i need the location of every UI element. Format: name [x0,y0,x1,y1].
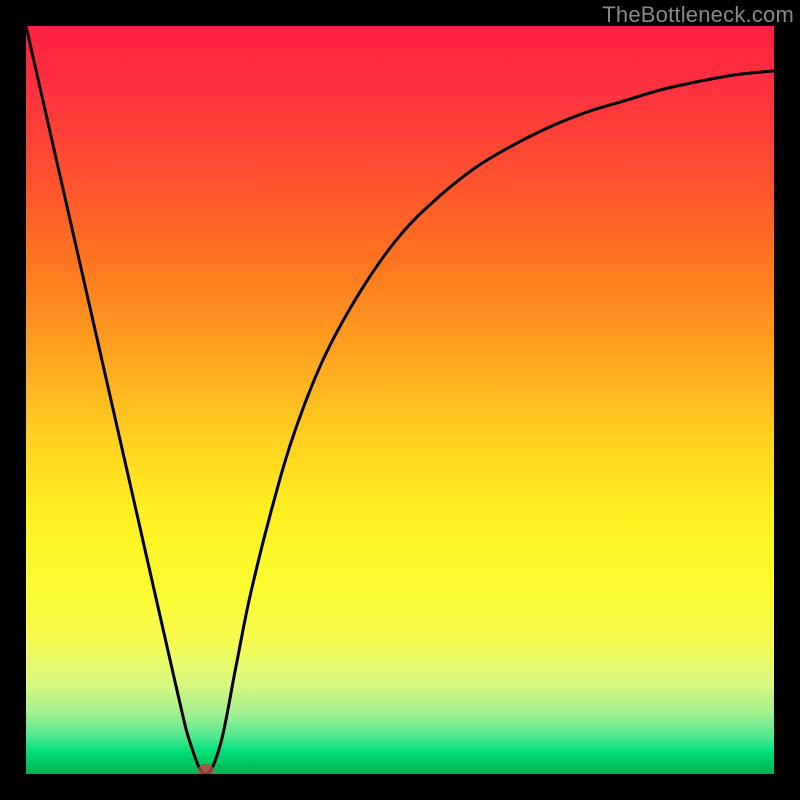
optimal-point-marker [198,764,214,774]
plot-area [26,26,774,774]
curve-svg [26,26,774,774]
chart-frame: TheBottleneck.com [0,0,800,800]
watermark-text: TheBottleneck.com [602,2,794,28]
bottleneck-curve [26,26,774,774]
